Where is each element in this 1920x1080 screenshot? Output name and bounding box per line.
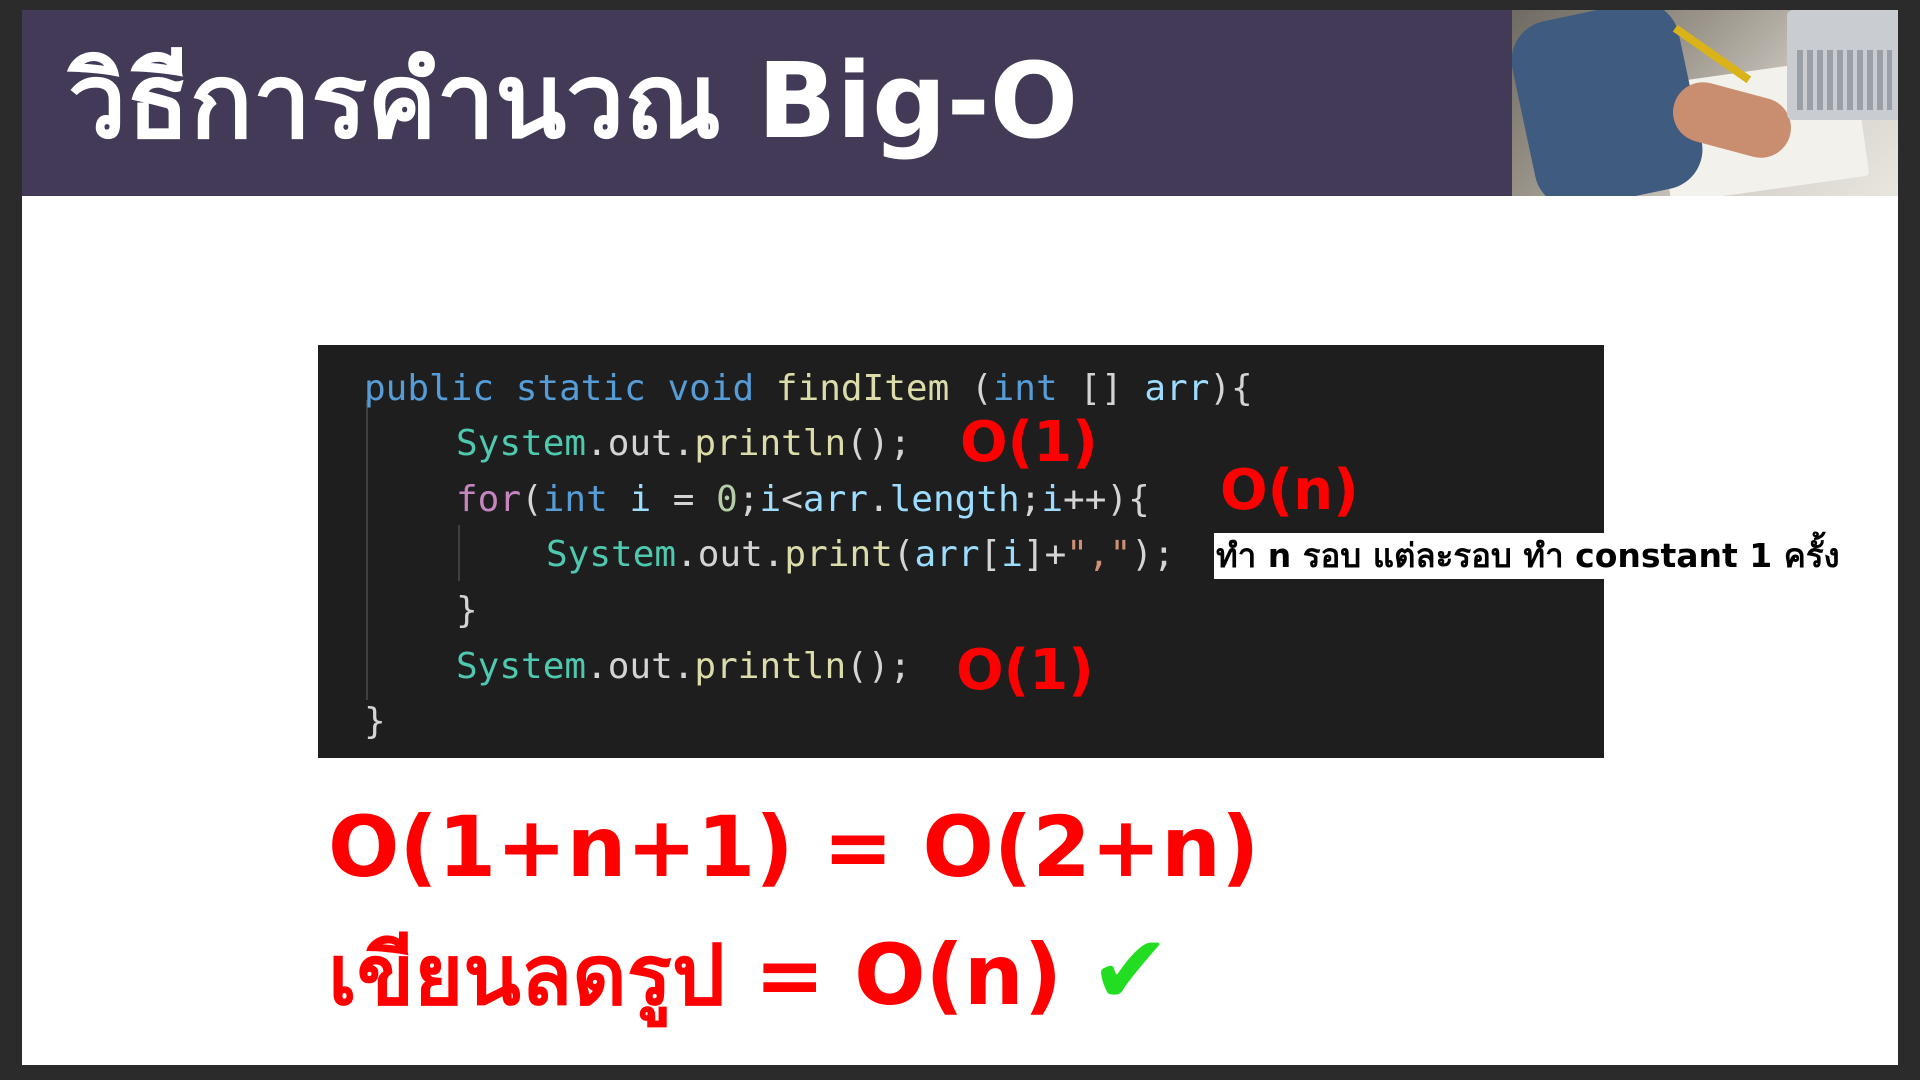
code-line-7: } <box>364 701 386 742</box>
loop-note-text: ทำ n รอบ แต่ละรอบ ทำ constant 1 ครั้ง <box>1216 536 1840 575</box>
indent-guide <box>366 400 368 700</box>
annotation-o1-last: O(1) <box>956 638 1094 703</box>
code-line-5: } <box>456 590 478 631</box>
header-photo <box>1512 10 1898 196</box>
title-bar: วิธีการคำนวณ Big-O <box>22 10 1898 196</box>
code-line-2: System.out.println(); <box>456 423 912 464</box>
code-line-4: System.out.print(arr[i]+","); <box>546 534 1175 575</box>
annotation-on-loop: O(n) <box>1220 458 1359 523</box>
code-line-3: for(int i = 0;i<arr.length;i++){ <box>456 479 1150 520</box>
indent-guide-inner <box>458 525 460 581</box>
slide-title: วิธีการคำนวณ Big-O <box>68 40 1079 162</box>
code-line-1: public static void findItem (int [] arr)… <box>364 368 1253 409</box>
checkmark-icon: ✔ <box>1090 914 1171 1026</box>
code-line-6: System.out.println(); <box>456 646 912 687</box>
annotation-o1-first: O(1) <box>960 410 1098 475</box>
photo-laptop-keys <box>1797 50 1892 110</box>
formula-line-1: O(1+n+1) = O(2+n) <box>328 798 1260 896</box>
formula-line-2: เขียนลดรูป = O(n) <box>328 926 1063 1024</box>
